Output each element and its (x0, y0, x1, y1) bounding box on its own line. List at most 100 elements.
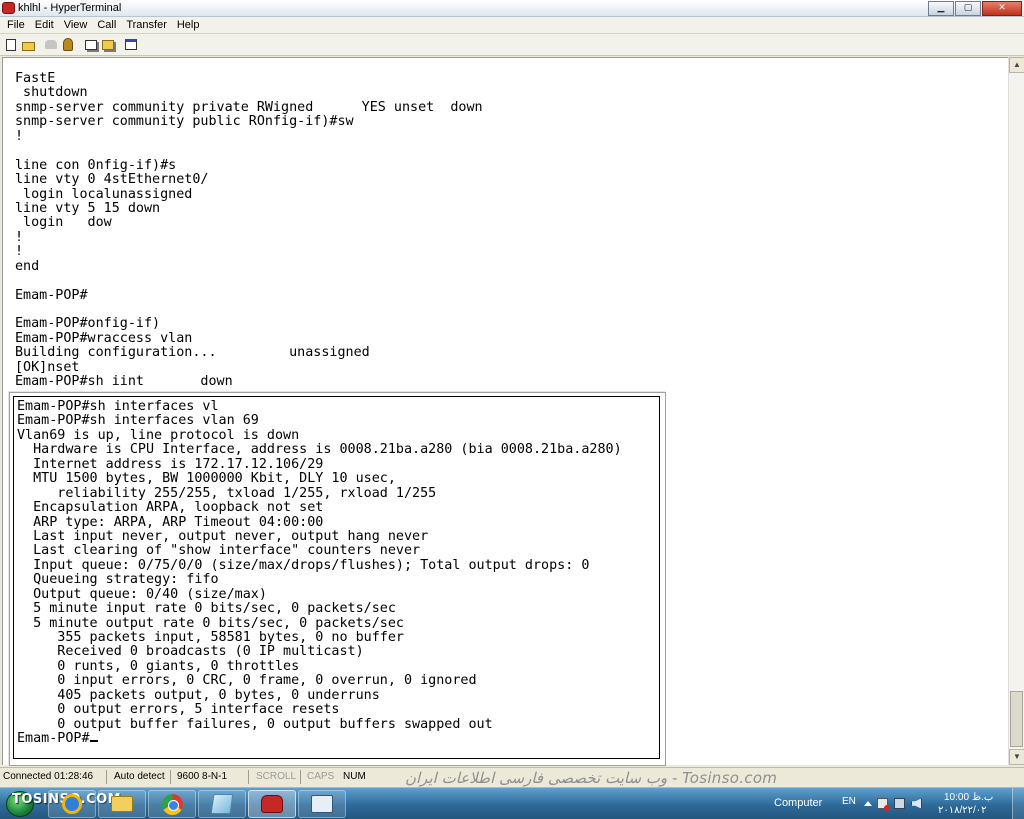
internet-explorer-icon (62, 794, 82, 814)
media-icon (210, 794, 234, 814)
output-line: 405 packets output, 0 bytes, 0 underruns (17, 687, 380, 703)
terminal-line: ! (15, 229, 24, 245)
prompt-text: Emam-POP# (17, 731, 90, 747)
output-line: 0 output errors, 5 interface resets (17, 702, 340, 718)
new-connection-button[interactable] (3, 37, 19, 53)
output-line: 5 minute output rate 0 bits/sec, 0 packe… (17, 615, 404, 631)
terminal-line: Building configuration... unassigned (15, 345, 370, 361)
language-indicator[interactable]: EN (842, 796, 856, 807)
terminal-line: shutdown (15, 85, 88, 101)
scroll-thumb[interactable] (1010, 691, 1023, 747)
taskbar-ie[interactable] (48, 790, 96, 818)
terminal-line: line vty 0 4stEthernet0/ (15, 172, 209, 188)
terminal-line: line con 0nfig-if)#s (15, 157, 177, 173)
output-line: ARP type: ARPA, ARP Timeout 04:00:00 (17, 514, 324, 530)
maximize-button[interactable]: ▢ (955, 1, 981, 16)
action-center-icon[interactable] (877, 798, 890, 811)
taskbar-chrome[interactable] (148, 790, 196, 818)
output-line: 0 output buffer failures, 0 output buffe… (17, 716, 493, 732)
overlay-frame: Emam-POP#sh interfaces vl Emam-POP#sh int… (13, 396, 660, 759)
output-line: Emam-POP#sh interfaces vlan 69 (17, 413, 259, 429)
menu-view[interactable]: View (59, 19, 93, 31)
menu-call[interactable]: Call (92, 19, 121, 31)
vertical-scrollbar[interactable]: ▲ ▼ (1008, 57, 1024, 765)
terminal-line: ! (15, 128, 24, 144)
title-bar: khlhl - HyperTerminal ▁ ▢ ✕ (0, 0, 1024, 17)
close-button[interactable]: ✕ (982, 1, 1022, 16)
terminal-area[interactable]: FastE shutdown snmp-server community priv… (2, 57, 1008, 766)
menu-bar: File Edit View Call Transfer Help (0, 17, 1024, 34)
menu-transfer[interactable]: Transfer (121, 19, 172, 31)
status-bar: Connected 01:28:46 Auto detect 9600 8-N-… (0, 767, 1024, 787)
output-line: Encapsulation ARPA, loopback not set (17, 500, 324, 516)
terminal-line: snmp-server community public ROnfig-if)#… (15, 114, 354, 130)
connection-status: Connected 01:28:46 (3, 771, 94, 782)
output-line: Vlan69 is up, line protocol is down (17, 427, 300, 443)
interface-output: Emam-POP#sh interfaces vl Emam-POP#sh int… (17, 399, 622, 747)
chrome-icon (161, 793, 183, 815)
toolbar (0, 34, 1024, 56)
connect-button[interactable] (43, 37, 59, 53)
disconnect-icon (63, 38, 73, 51)
output-line: Internet address is 172.17.12.106/29 (17, 456, 324, 472)
terminal-line: login localunassigned (15, 186, 193, 202)
output-line: 0 runts, 0 giants, 0 throttles (17, 658, 300, 674)
terminal-line: Emam-POP#wraccess vlan (15, 330, 193, 346)
terminal-line: login dow (15, 215, 112, 231)
menu-edit[interactable]: Edit (30, 19, 59, 31)
computer-label[interactable]: Computer (774, 797, 822, 809)
show-hidden-icons-icon[interactable] (864, 801, 872, 806)
properties-icon (125, 39, 137, 50)
num-indicator: NUM (343, 771, 366, 782)
prompt-line[interactable]: Emam-POP# (17, 731, 622, 747)
text-cursor (89, 740, 98, 743)
terminal-line: Emam-POP#onfig-if) (15, 316, 161, 332)
hyperterminal-app-icon[interactable] (2, 2, 15, 14)
terminal-line: Emam-POP# (15, 287, 88, 303)
properties-button[interactable] (123, 37, 139, 53)
send-button[interactable] (83, 37, 99, 53)
output-line: Last input never, output never, output h… (17, 528, 429, 544)
terminal-output: FastE shutdown snmp-server community priv… (15, 71, 483, 390)
receive-button[interactable] (100, 37, 116, 53)
output-line: 5 minute input rate 0 bits/sec, 0 packet… (17, 601, 396, 617)
file-explorer-icon (111, 796, 133, 812)
open-button[interactable] (20, 37, 36, 53)
terminal-line: snmp-server community private RWigned YE… (15, 99, 483, 115)
taskbar-hyperterminal[interactable] (248, 790, 296, 818)
output-line: 355 packets input, 58581 bytes, 0 no buf… (17, 630, 404, 645)
window-title: khlhl - HyperTerminal (18, 2, 122, 14)
terminal-line: end (15, 258, 40, 274)
output-line: Hardware is CPU Interface, address is 00… (17, 442, 622, 458)
clock-time[interactable]: 10:00 ب.ظ (944, 792, 993, 803)
taskbar-explorer[interactable] (98, 790, 146, 818)
menu-help[interactable]: Help (172, 19, 205, 31)
send-icon (85, 39, 97, 50)
scroll-up-arrow-icon[interactable]: ▲ (1009, 57, 1024, 73)
taskbar-media[interactable] (198, 790, 246, 818)
watermark-text: وب سایت تخصصی فارسی اطلاعات ایران - Tosi… (405, 769, 778, 787)
show-desktop-button[interactable] (1012, 788, 1024, 819)
output-line: MTU 1500 bytes, BW 1000000 Kbit, DLY 10 … (17, 471, 396, 487)
terminal-line: FastE (15, 71, 56, 86)
disconnect-button[interactable] (60, 37, 76, 53)
output-line: Received 0 broadcasts (0 IP multicast) (17, 644, 364, 660)
hyperterminal-icon (261, 795, 283, 813)
taskbar-network[interactable] (298, 790, 346, 818)
taskbar: TOSINSO.COM Computer EN 10:00 ب.ظ ۲۰۱۸/۲… (0, 787, 1024, 819)
output-line: Emam-POP#sh interfaces vl (17, 399, 219, 414)
new-connection-icon (6, 38, 16, 51)
port-settings: 9600 8-N-1 (177, 771, 228, 782)
clock-date[interactable]: ۲۰۱۸/۲۲/۰۲ (938, 805, 987, 816)
volume-icon[interactable] (911, 798, 922, 809)
terminal-line: Emam-POP#sh iint down (15, 374, 233, 390)
scroll-indicator: SCROLL (256, 771, 297, 782)
scroll-down-arrow-icon[interactable]: ▼ (1009, 749, 1024, 765)
minimize-button[interactable]: ▁ (928, 1, 954, 16)
terminal-line: line vty 5 15 down (15, 200, 161, 216)
network-status-icon[interactable] (894, 798, 905, 809)
menu-file[interactable]: File (2, 19, 30, 31)
